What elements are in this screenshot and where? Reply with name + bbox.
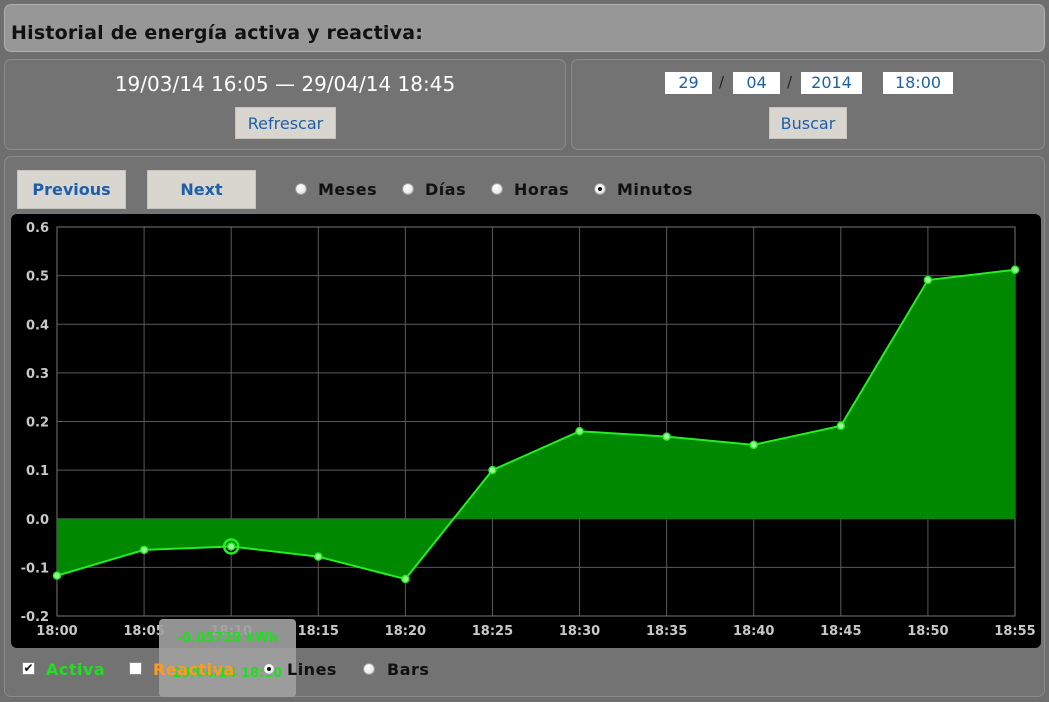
x-tick-label: 18:25 — [472, 624, 513, 639]
x-tick-label: 18:35 — [646, 624, 687, 639]
data-point — [401, 574, 410, 584]
previous-button[interactable]: Previous — [17, 170, 126, 209]
date-range-text: 19/03/14 16:05 — 29/04/14 18:45 — [114, 72, 456, 96]
month-field[interactable]: 04 — [733, 72, 780, 94]
data-point — [749, 440, 758, 450]
data-point — [488, 465, 497, 475]
data-point — [314, 552, 323, 561]
y-tick-label: -0.2 — [21, 610, 49, 625]
legend-label-activa: Activa — [46, 660, 106, 679]
y-tick-label: 0.2 — [26, 416, 49, 431]
y-tick-label: 0.4 — [26, 318, 49, 333]
x-tick-label: 18:20 — [385, 624, 426, 639]
x-tick-label: 18:40 — [733, 624, 774, 639]
range-panel: 19/03/14 16:05 — 29/04/14 18:45 Refresca… — [4, 59, 566, 150]
time-field[interactable]: 18:00 — [883, 72, 953, 94]
radio-lines[interactable] — [263, 663, 275, 675]
radio-label-dias: Días — [425, 180, 467, 199]
refresh-button[interactable]: Refrescar — [235, 107, 336, 139]
y-tick-label: -0.1 — [21, 561, 49, 576]
day-field[interactable]: 29 — [665, 72, 712, 94]
search-button[interactable]: Buscar — [769, 107, 847, 139]
activa-checkbox[interactable]: ✔ — [22, 662, 35, 675]
x-tick-label: 18:45 — [820, 624, 861, 639]
data-point — [662, 432, 671, 441]
radio-label-bars: Bars — [387, 660, 430, 679]
x-tick-label: 18:30 — [559, 624, 600, 639]
radio-label-lines: Lines — [287, 660, 337, 679]
radio-bars[interactable] — [363, 663, 375, 675]
chart-tooltip: -0.05728 kWh 29/04/14 18:10 — [159, 619, 296, 697]
x-tick-label: 18:00 — [36, 624, 77, 639]
series-area-activa — [57, 269, 1015, 580]
page-title: Historial de energía activa y reactiva: — [11, 22, 424, 44]
radio-label-minutos: Minutos — [617, 180, 693, 199]
date-search-panel: 29 / 04 / 2014 18:00 Buscar — [571, 59, 1045, 150]
data-point — [923, 275, 933, 285]
x-tick-label: 18:15 — [298, 624, 339, 639]
date-separator: / — [719, 73, 725, 91]
energy-chart: 0.60.50.40.30.20.10.0-0.1-0.218:00 18:05 1… — [21, 221, 1036, 639]
radio-label-horas: Horas — [514, 180, 570, 199]
data-point — [836, 421, 846, 431]
reactiva-checkbox[interactable] — [129, 662, 142, 675]
y-tick-label: 0.3 — [26, 367, 49, 382]
radio-dias[interactable] — [402, 183, 414, 195]
title-bar: Historial de energía activa y reactiva: — [4, 4, 1045, 52]
x-tick-label: 18:50 — [907, 624, 948, 639]
data-point — [575, 426, 584, 436]
radio-minutos[interactable] — [594, 183, 606, 195]
radio-label-meses: Meses — [318, 180, 378, 199]
data-point — [226, 542, 236, 551]
data-point — [139, 545, 149, 555]
data-point — [52, 571, 62, 580]
date-separator: / — [787, 73, 793, 91]
chart-plot-area[interactable]: 0.6 0.5 0.4 0.3 0.2 0.1 0.0 -0.1 -0.2 18:00 18:05 1… — [11, 214, 1041, 697]
next-button[interactable]: Next — [147, 170, 256, 209]
x-tick-label: 18:55 — [994, 624, 1035, 639]
y-tick-label: 0.1 — [26, 464, 49, 479]
legend-label-reactiva: Reactiva — [153, 660, 235, 679]
chart-panel: Previous Next Meses Días Horas Minutos 0… — [4, 156, 1045, 697]
y-tick-label: 0.0 — [26, 513, 49, 528]
year-field[interactable]: 2014 — [801, 72, 862, 94]
radio-meses[interactable] — [295, 183, 307, 195]
y-tick-label: 0.5 — [26, 270, 49, 285]
data-point — [1010, 265, 1020, 275]
tooltip-value: -0.05728 kWh — [176, 631, 279, 646]
radio-horas[interactable] — [491, 183, 503, 195]
y-tick-label: 0.6 — [26, 221, 49, 236]
